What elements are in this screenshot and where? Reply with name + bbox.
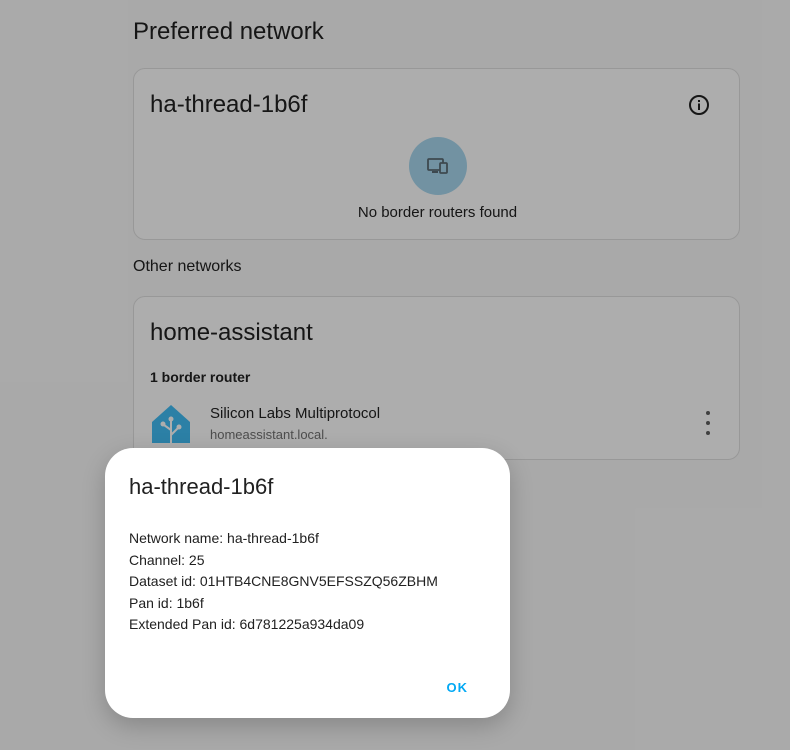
dialog-title: ha-thread-1b6f [129,474,274,499]
dialog-body: Network name: ha-thread-1b6f Channel: 25… [129,528,438,636]
thread-settings-page: Preferred network ha-thread-1b6f No bord… [0,0,790,750]
network-name-line: Network name: ha-thread-1b6f [129,530,319,546]
channel-line: Channel: 25 [129,551,205,568]
dataset-id-line: Dataset id: 01HTB4CNE8GNV5EFSSZQ56ZBHM [129,573,438,589]
pan-id-line: Pan id: 1b6f [129,594,204,611]
extended-pan-id-line: Extended Pan id: 6d781225a934da09 [129,616,365,632]
ok-button[interactable]: OK [441,676,475,699]
network-info-dialog: ha-thread-1b6f Network name: ha-thread-1… [105,448,510,718]
